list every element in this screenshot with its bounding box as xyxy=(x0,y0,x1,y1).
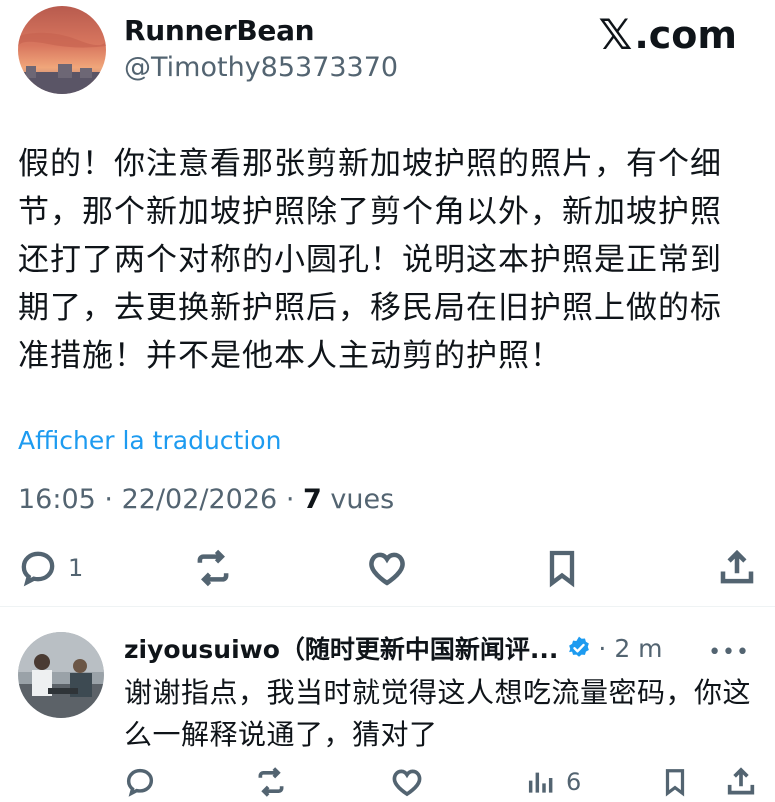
reply-button[interactable]: 1 xyxy=(18,540,83,596)
post-time[interactable]: 16:05 xyxy=(18,484,96,515)
x-logo-icon: 𝕏 xyxy=(598,10,633,59)
share-icon xyxy=(727,767,755,795)
reply-reply-button[interactable] xyxy=(124,762,156,802)
heart-icon xyxy=(392,769,422,797)
meta-separator: · xyxy=(285,484,295,515)
brand-domain: .com xyxy=(634,12,737,57)
brand-logo: 𝕏 .com xyxy=(598,10,737,59)
reply-views-count: 6 xyxy=(566,768,582,796)
heart-icon xyxy=(369,552,405,586)
reply-header: ziyousuiwo（随时更新中国新闻评... · 2 m ••• xyxy=(124,630,764,666)
reply-text: 谢谢指点，我当时就觉得这人想吃流量密码，你这么一解释说通了，猜对了 xyxy=(124,676,752,751)
bookmark-icon xyxy=(549,550,575,588)
views-count: 7 xyxy=(303,484,322,515)
repost-icon xyxy=(258,767,284,797)
post-meta: 16:05 · 22/02/2026 · 7 vues xyxy=(18,484,394,515)
reply-icon xyxy=(126,768,154,797)
reply-repost-button[interactable] xyxy=(254,762,288,802)
translate-link[interactable]: Afficher la traduction xyxy=(18,426,281,455)
views-label: vues xyxy=(330,484,395,515)
like-button[interactable] xyxy=(366,540,408,596)
post-action-bar: 1 xyxy=(0,540,775,600)
verified-badge-icon xyxy=(569,636,590,657)
reply-count: 1 xyxy=(68,554,84,582)
repost-button[interactable] xyxy=(192,540,234,596)
reply-author-name[interactable]: ziyousuiwo（随时更新中国新闻评... xyxy=(124,630,558,666)
reply-avatar[interactable] xyxy=(18,632,104,718)
author-avatar[interactable] xyxy=(18,6,106,94)
reply-action-bar: 6 xyxy=(0,762,775,800)
divider xyxy=(0,606,775,607)
reply-icon xyxy=(21,551,55,587)
reply-like-button[interactable] xyxy=(390,762,424,802)
reply-time-value: 2 m xyxy=(614,633,663,663)
reply-time[interactable]: · 2 m xyxy=(598,634,662,663)
reply-bookmark-button[interactable] xyxy=(660,762,690,802)
post-date[interactable]: 22/02/2026 xyxy=(122,484,278,515)
post-text: 假的！你注意看那张剪新加坡护照的照片，有个细节，那个新加坡护照除了剪个角以外，新… xyxy=(18,146,722,374)
author-handle[interactable]: @Timothy85373370 xyxy=(124,52,398,83)
meta-separator: · xyxy=(104,484,113,515)
views-chart-icon xyxy=(528,772,553,793)
bookmark-icon xyxy=(665,769,685,797)
reply-views-button[interactable]: 6 xyxy=(524,762,581,802)
repost-icon xyxy=(197,549,229,587)
share-button[interactable] xyxy=(716,540,758,596)
bookmark-button[interactable] xyxy=(542,540,582,596)
reply-share-button[interactable] xyxy=(724,762,758,802)
author-name[interactable]: RunnerBean xyxy=(124,14,315,47)
more-options-icon[interactable]: ••• xyxy=(708,640,750,665)
share-icon xyxy=(720,549,754,584)
